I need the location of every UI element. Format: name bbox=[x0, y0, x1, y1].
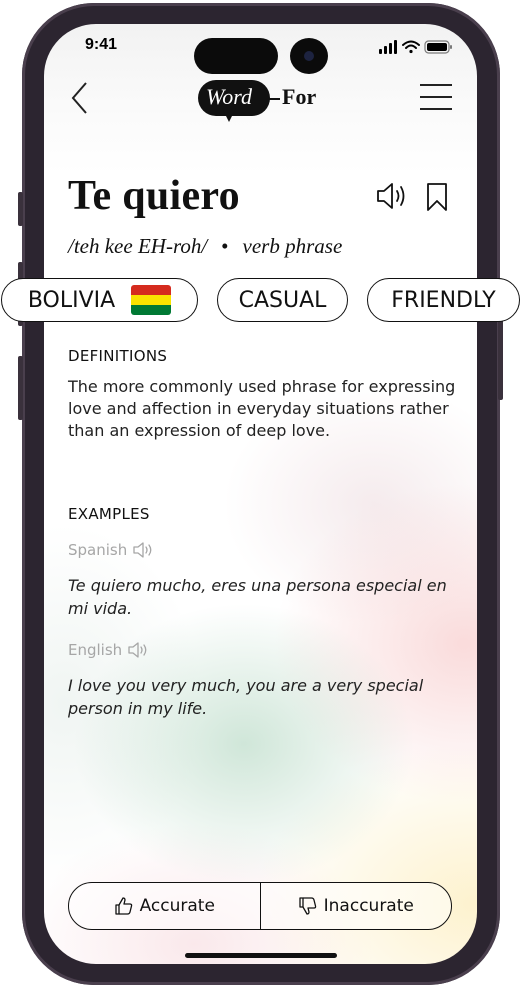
status-time: 9:41 bbox=[85, 36, 118, 53]
home-indicator[interactable] bbox=[185, 953, 337, 958]
bookmark-button[interactable] bbox=[425, 182, 449, 212]
play-pronunciation-button[interactable] bbox=[376, 181, 410, 211]
back-button[interactable] bbox=[68, 80, 92, 116]
definition-text: The more commonly used phrase for expres… bbox=[68, 377, 456, 440]
volume-down-button bbox=[18, 356, 23, 420]
examples-heading: EXAMPLES bbox=[68, 505, 150, 523]
bolivia-flag-icon bbox=[131, 285, 172, 315]
thumbs-down-icon bbox=[298, 897, 316, 915]
tag-bolivia[interactable]: BOLIVIA bbox=[1, 278, 198, 322]
logo-bubble-tail bbox=[222, 108, 236, 122]
tag-label: BOLIVIA bbox=[27, 287, 116, 313]
pronunciation-line: /teh kee EH-roh/ • verb phrase bbox=[68, 234, 342, 259]
logo-dash bbox=[264, 98, 280, 100]
front-camera bbox=[290, 38, 328, 74]
example-language-label: Spanish bbox=[68, 541, 128, 559]
screen: 9:41 Word For Te quiero /teh kee EH-roh/… bbox=[44, 24, 477, 964]
speaker-icon[interactable] bbox=[133, 541, 155, 559]
entry-title: Te quiero bbox=[68, 173, 240, 219]
accuracy-feedback: Accurate Inaccurate bbox=[68, 882, 452, 930]
logo-for-text: For bbox=[282, 84, 317, 109]
logo-word-text: Word bbox=[206, 84, 253, 109]
example-language-label: English bbox=[68, 641, 123, 659]
accurate-button[interactable]: Accurate bbox=[69, 883, 260, 929]
pronunciation: /teh kee EH-roh/ bbox=[68, 234, 208, 258]
speaker-icon bbox=[377, 183, 405, 209]
battery-icon bbox=[424, 40, 452, 54]
example-language-spanish: Spanish bbox=[68, 541, 155, 559]
dynamic-island bbox=[194, 38, 278, 74]
chevron-left-icon bbox=[71, 82, 87, 114]
tag-label: CASUAL bbox=[238, 287, 327, 313]
example-language-english: English bbox=[68, 641, 150, 659]
inaccurate-button[interactable]: Inaccurate bbox=[259, 883, 452, 929]
status-icons bbox=[379, 39, 459, 55]
definitions-heading: DEFINITIONS bbox=[68, 347, 168, 365]
action-button bbox=[18, 192, 23, 226]
signal-icon bbox=[379, 40, 397, 54]
speaker-icon[interactable] bbox=[128, 641, 150, 659]
bookmark-icon bbox=[427, 183, 447, 211]
part-of-speech: verb phrase bbox=[242, 234, 343, 258]
thumbs-up-icon bbox=[114, 897, 132, 915]
inaccurate-label: Inaccurate bbox=[323, 896, 414, 916]
accurate-label: Accurate bbox=[139, 896, 215, 916]
wifi-icon bbox=[402, 40, 420, 54]
tag-label: FRIENDLY bbox=[391, 287, 496, 313]
tag-casual[interactable]: CASUAL bbox=[217, 278, 348, 322]
example-sentence-english: I love you very much, you are a very spe… bbox=[68, 676, 424, 718]
app-logo[interactable]: Word For bbox=[194, 80, 334, 132]
example-sentence-spanish: Te quiero mucho, eres una persona especi… bbox=[68, 576, 447, 618]
menu-button[interactable] bbox=[420, 84, 452, 110]
separator-dot: • bbox=[221, 234, 229, 258]
tag-friendly[interactable]: FRIENDLY bbox=[367, 278, 520, 322]
